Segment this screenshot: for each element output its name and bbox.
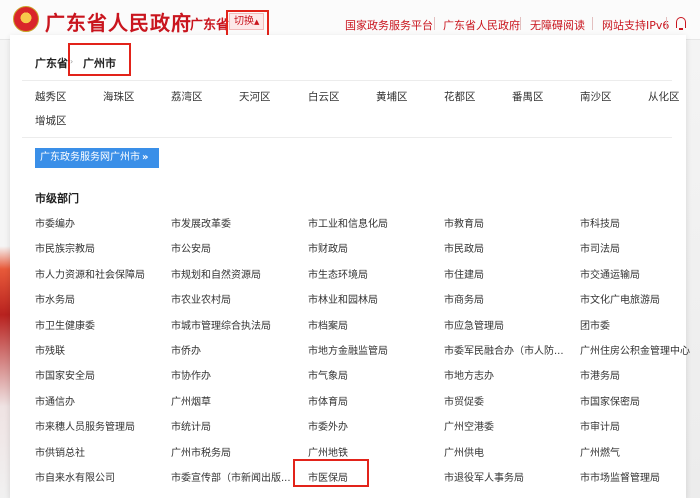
site-title[interactable]: 广东省人民政府	[45, 7, 192, 36]
department-link[interactable]: 广州地铁	[308, 444, 436, 459]
department-link[interactable]: 市委宣传部（市新闻出版...	[171, 469, 299, 484]
department-link[interactable]: 市委编办	[35, 215, 163, 230]
district-link[interactable]: 天河区	[239, 89, 271, 104]
district-link[interactable]: 白云区	[308, 89, 340, 104]
department-link[interactable]: 市财政局	[308, 240, 436, 255]
breadcrumb-province[interactable]: 广东省	[35, 55, 68, 71]
district-link[interactable]: 番禺区	[512, 89, 544, 104]
department-link[interactable]: 市国家保密局	[580, 393, 700, 408]
background-banner-left	[0, 40, 10, 498]
department-link[interactable]: 市水务局	[35, 291, 163, 306]
department-link[interactable]: 市供销总社	[35, 444, 163, 459]
department-link[interactable]: 市农业农村局	[171, 291, 299, 306]
department-link[interactable]: 市自来水有限公司	[35, 469, 163, 484]
nav-divider	[520, 17, 521, 30]
department-link[interactable]: 广州供电	[444, 444, 572, 459]
section-divider	[22, 137, 672, 138]
department-link[interactable]: 市来穗人员服务管理局	[35, 418, 163, 433]
department-link[interactable]: 市人力资源和社会保障局	[35, 266, 163, 281]
department-link[interactable]: 市体育局	[308, 393, 436, 408]
department-link[interactable]: 市科技局	[580, 215, 700, 230]
department-link[interactable]: 市发展改革委	[171, 215, 299, 230]
department-link[interactable]: 市城市管理综合执法局	[171, 317, 299, 332]
department-link[interactable]: 广州空港委	[444, 418, 572, 433]
nav-divider	[434, 17, 435, 30]
department-link[interactable]: 市通信办	[35, 393, 163, 408]
district-link[interactable]: 黄埔区	[376, 89, 408, 104]
department-link[interactable]: 广州燃气	[580, 444, 700, 459]
department-link[interactable]: 市民政局	[444, 240, 572, 255]
highlight-medical-insurance-box	[293, 459, 369, 487]
department-link[interactable]: 市侨办	[171, 342, 299, 357]
department-link[interactable]: 市市场监督管理局	[580, 469, 700, 484]
district-link[interactable]: 从化区	[648, 89, 680, 104]
department-link[interactable]: 团市委	[580, 317, 700, 332]
highlight-city-box	[68, 43, 131, 76]
department-link[interactable]: 市规划和自然资源局	[171, 266, 299, 281]
department-link[interactable]: 市生态环境局	[308, 266, 436, 281]
department-link[interactable]: 市地方志办	[444, 367, 572, 382]
department-link[interactable]: 市司法局	[580, 240, 700, 255]
department-link[interactable]: 广州住房公积金管理中心	[580, 342, 700, 357]
department-link[interactable]: 市教育局	[444, 215, 572, 230]
department-link[interactable]: 市审计局	[580, 418, 700, 433]
department-link[interactable]: 市商务局	[444, 291, 572, 306]
nav-national-platform[interactable]: 国家政务服务平台	[345, 17, 433, 33]
department-link[interactable]: 市退役军人事务局	[444, 469, 572, 484]
department-link[interactable]: 市气象局	[308, 367, 436, 382]
department-link[interactable]: 市卫生健康委	[35, 317, 163, 332]
department-link[interactable]: 市委外办	[308, 418, 436, 433]
portal-button-label: 广东政务服务网广州市	[40, 152, 140, 163]
breadcrumb-divider	[22, 80, 672, 81]
bell-icon[interactable]	[676, 17, 686, 30]
department-link[interactable]: 市残联	[35, 342, 163, 357]
site-header: 广东省人民政府 广东省 切换▲ 国家政务服务平台 广东省人民政府 无障碍阅读 网…	[0, 0, 700, 40]
province-label: 广东省	[190, 18, 230, 33]
department-link[interactable]: 市档案局	[308, 317, 436, 332]
department-link[interactable]: 广州烟草	[171, 393, 299, 408]
nav-accessibility[interactable]: 无障碍阅读	[530, 17, 585, 33]
district-link[interactable]: 海珠区	[103, 89, 135, 104]
department-link[interactable]: 市文化广电旅游局	[580, 291, 700, 306]
department-link[interactable]: 市交通运输局	[580, 266, 700, 281]
department-link[interactable]: 市地方金融监管局	[308, 342, 436, 357]
department-link[interactable]: 市港务局	[580, 367, 700, 382]
district-link[interactable]: 花都区	[444, 89, 476, 104]
department-link[interactable]: 市公安局	[171, 240, 299, 255]
department-link[interactable]: 市住建局	[444, 266, 572, 281]
portal-guangzhou-button[interactable]: 广东政务服务网广州市»	[35, 148, 159, 168]
nav-ipv6[interactable]: 网站支持IPv6	[602, 17, 669, 33]
national-emblem-icon	[13, 6, 39, 32]
nav-province-government[interactable]: 广东省人民政府	[443, 17, 520, 33]
department-link[interactable]: 广州市税务局	[171, 444, 299, 459]
department-link[interactable]: 市国家安全局	[35, 367, 163, 382]
district-link[interactable]: 增城区	[35, 113, 67, 128]
district-link[interactable]: 南沙区	[580, 89, 612, 104]
district-link[interactable]: 越秀区	[35, 89, 67, 104]
department-link[interactable]: 市贸促委	[444, 393, 572, 408]
department-link[interactable]: 市统计局	[171, 418, 299, 433]
double-chevron-right-icon: »	[142, 152, 149, 163]
department-link[interactable]: 市民族宗教局	[35, 240, 163, 255]
department-link[interactable]: 市协作办	[171, 367, 299, 382]
nav-divider	[592, 17, 593, 30]
nav-divider	[666, 17, 667, 30]
departments-section-title: 市级部门	[35, 192, 79, 205]
department-link[interactable]: 市应急管理局	[444, 317, 572, 332]
department-link[interactable]: 市委军民融合办（市人防...	[444, 342, 572, 357]
department-link[interactable]: 市林业和园林局	[308, 291, 436, 306]
department-link[interactable]: 市工业和信息化局	[308, 215, 436, 230]
district-link[interactable]: 荔湾区	[171, 89, 203, 104]
